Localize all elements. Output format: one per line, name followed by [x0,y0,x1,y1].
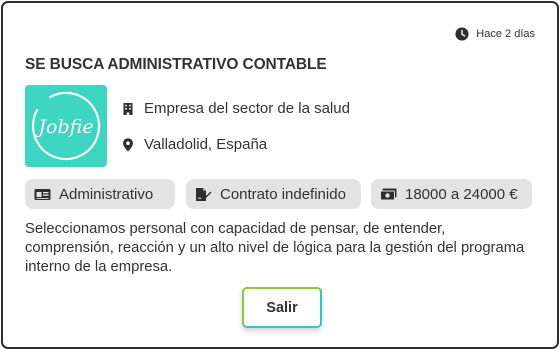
logo-wordmark: Jobfie [34,116,93,138]
company-row: Empresa del sector de la salud [121,100,350,117]
company-name: Empresa del sector de la salud [144,100,350,117]
tag-category: Administrativo [25,179,175,209]
company-logo: Jobfie [25,85,107,167]
job-offer-card: Hace 2 días SE BUSCA ADMINISTRATIVO CONT… [1,1,559,349]
job-description: Seleccionamos personal con capacidad de … [25,221,525,275]
location-row: Valladolid, España [121,136,267,153]
tag-contract-text: Contrato indefinido [220,185,346,203]
location-pin-icon [121,137,135,152]
id-card-icon [34,187,51,202]
building-icon [121,102,135,116]
tag-salary: 18000 a 24000 € [371,179,532,209]
posted-time-text: Hace 2 días [476,28,535,40]
clock-icon [455,27,469,41]
posted-time: Hace 2 días [455,27,535,41]
exit-button[interactable]: Salir [242,287,322,328]
tag-contract: Contrato indefinido [186,179,361,209]
job-title: SE BUSCA ADMINISTRATIVO CONTABLE [25,56,327,73]
contract-sign-icon [195,187,212,202]
tag-category-text: Administrativo [59,185,154,203]
tag-salary-text: 18000 a 24000 € [405,185,518,203]
money-icon [380,187,397,202]
location-text: Valladolid, España [144,136,268,153]
